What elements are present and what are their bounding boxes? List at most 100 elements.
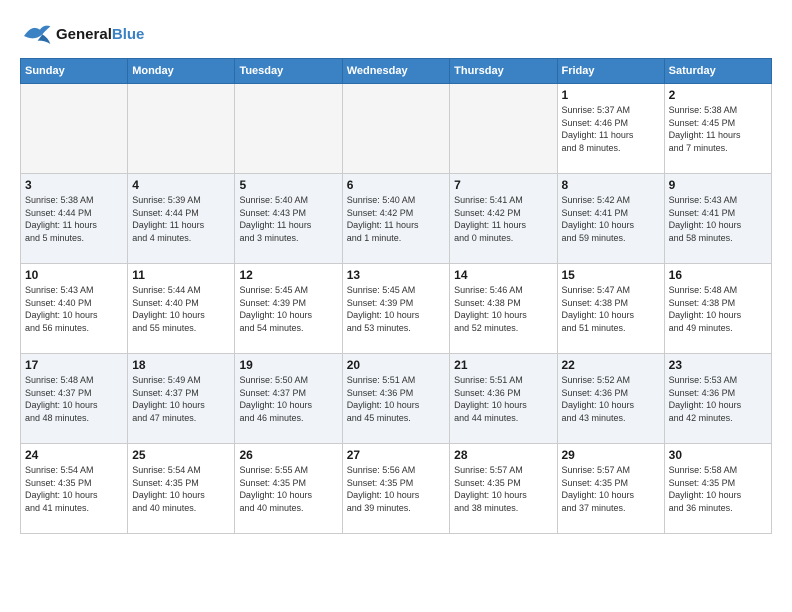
calendar-day-cell: 10 Sunrise: 5:43 AMSunset: 4:40 PMDayligh… bbox=[21, 264, 128, 354]
day-info: Sunrise: 5:37 AMSunset: 4:46 PMDaylight:… bbox=[562, 104, 660, 154]
calendar-day-cell bbox=[235, 84, 342, 174]
day-info: Sunrise: 5:58 AMSunset: 4:35 PMDaylight:… bbox=[669, 464, 767, 514]
day-info: Sunrise: 5:40 AMSunset: 4:42 PMDaylight:… bbox=[347, 194, 445, 244]
day-number: 2 bbox=[669, 88, 767, 102]
weekday-header: Friday bbox=[557, 59, 664, 84]
calendar-week-row: 3 Sunrise: 5:38 AMSunset: 4:44 PMDaylight… bbox=[21, 174, 772, 264]
day-number: 9 bbox=[669, 178, 767, 192]
calendar-day-cell: 18Sunrise: 5:49 AMSunset: 4:37 PMDayligh… bbox=[128, 354, 235, 444]
calendar-day-cell: 8 Sunrise: 5:42 AMSunset: 4:41 PMDaylight… bbox=[557, 174, 664, 264]
calendar-day-cell: 11 Sunrise: 5:44 AMSunset: 4:40 PMDayligh… bbox=[128, 264, 235, 354]
day-number: 1 bbox=[562, 88, 660, 102]
calendar-day-cell bbox=[450, 84, 557, 174]
weekday-header: Tuesday bbox=[235, 59, 342, 84]
calendar-day-cell: 29 Sunrise: 5:57 AMSunset: 4:35 PMDayligh… bbox=[557, 444, 664, 534]
day-number: 3 bbox=[25, 178, 123, 192]
day-number: 5 bbox=[239, 178, 337, 192]
calendar-day-cell: 14 Sunrise: 5:46 AMSunset: 4:38 PMDayligh… bbox=[450, 264, 557, 354]
calendar-day-cell: 9Sunrise: 5:43 AMSunset: 4:41 PMDaylight… bbox=[664, 174, 771, 264]
day-number: 4 bbox=[132, 178, 230, 192]
day-number: 11 bbox=[132, 268, 230, 282]
weekday-header: Thursday bbox=[450, 59, 557, 84]
calendar-day-cell: 23 Sunrise: 5:53 AMSunset: 4:36 PMDayligh… bbox=[664, 354, 771, 444]
day-info: Sunrise: 5:44 AMSunset: 4:40 PMDaylight:… bbox=[132, 284, 230, 334]
day-number: 24 bbox=[25, 448, 123, 462]
calendar-day-cell: 6 Sunrise: 5:40 AMSunset: 4:42 PMDaylight… bbox=[342, 174, 449, 264]
calendar-day-cell: 7 Sunrise: 5:41 AMSunset: 4:42 PMDaylight… bbox=[450, 174, 557, 264]
day-info: Sunrise: 5:48 AMSunset: 4:38 PMDaylight:… bbox=[669, 284, 767, 334]
calendar-week-row: 17 Sunrise: 5:48 AMSunset: 4:37 PMDayligh… bbox=[21, 354, 772, 444]
calendar-day-cell: 4 Sunrise: 5:39 AMSunset: 4:44 PMDaylight… bbox=[128, 174, 235, 264]
day-number: 6 bbox=[347, 178, 445, 192]
day-info: Sunrise: 5:42 AMSunset: 4:41 PMDaylight:… bbox=[562, 194, 660, 244]
day-number: 18 bbox=[132, 358, 230, 372]
calendar-table: SundayMondayTuesdayWednesdayThursdayFrid… bbox=[20, 58, 772, 534]
day-number: 21 bbox=[454, 358, 552, 372]
calendar-day-cell: 3 Sunrise: 5:38 AMSunset: 4:44 PMDaylight… bbox=[21, 174, 128, 264]
day-info: Sunrise: 5:45 AMSunset: 4:39 PMDaylight:… bbox=[347, 284, 445, 334]
logo: GeneralBlue bbox=[20, 20, 144, 48]
calendar-day-cell: 30Sunrise: 5:58 AMSunset: 4:35 PMDayligh… bbox=[664, 444, 771, 534]
day-info: Sunrise: 5:51 AMSunset: 4:36 PMDaylight:… bbox=[454, 374, 552, 424]
day-number: 10 bbox=[25, 268, 123, 282]
day-number: 15 bbox=[562, 268, 660, 282]
day-info: Sunrise: 5:38 AMSunset: 4:45 PMDaylight:… bbox=[669, 104, 767, 154]
calendar-week-row: 24 Sunrise: 5:54 AMSunset: 4:35 PMDayligh… bbox=[21, 444, 772, 534]
day-info: Sunrise: 5:41 AMSunset: 4:42 PMDaylight:… bbox=[454, 194, 552, 244]
day-info: Sunrise: 5:40 AMSunset: 4:43 PMDaylight:… bbox=[239, 194, 337, 244]
calendar-day-cell bbox=[21, 84, 128, 174]
day-info: Sunrise: 5:57 AMSunset: 4:35 PMDaylight:… bbox=[454, 464, 552, 514]
day-info: Sunrise: 5:54 AMSunset: 4:35 PMDaylight:… bbox=[132, 464, 230, 514]
calendar-day-cell: 25 Sunrise: 5:54 AMSunset: 4:35 PMDayligh… bbox=[128, 444, 235, 534]
day-info: Sunrise: 5:52 AMSunset: 4:36 PMDaylight:… bbox=[562, 374, 660, 424]
calendar-day-cell: 24 Sunrise: 5:54 AMSunset: 4:35 PMDayligh… bbox=[21, 444, 128, 534]
calendar-day-cell: 26 Sunrise: 5:55 AMSunset: 4:35 PMDayligh… bbox=[235, 444, 342, 534]
day-info: Sunrise: 5:57 AMSunset: 4:35 PMDaylight:… bbox=[562, 464, 660, 514]
calendar-day-cell: 28 Sunrise: 5:57 AMSunset: 4:35 PMDayligh… bbox=[450, 444, 557, 534]
day-info: Sunrise: 5:55 AMSunset: 4:35 PMDaylight:… bbox=[239, 464, 337, 514]
weekday-header-row: SundayMondayTuesdayWednesdayThursdayFrid… bbox=[21, 59, 772, 84]
day-number: 17 bbox=[25, 358, 123, 372]
day-info: Sunrise: 5:50 AMSunset: 4:37 PMDaylight:… bbox=[239, 374, 337, 424]
calendar-day-cell: 12Sunrise: 5:45 AMSunset: 4:39 PMDayligh… bbox=[235, 264, 342, 354]
day-number: 14 bbox=[454, 268, 552, 282]
calendar-day-cell: 20 Sunrise: 5:51 AMSunset: 4:36 PMDayligh… bbox=[342, 354, 449, 444]
day-number: 20 bbox=[347, 358, 445, 372]
calendar-day-cell: 19Sunrise: 5:50 AMSunset: 4:37 PMDayligh… bbox=[235, 354, 342, 444]
logo-text: GeneralBlue bbox=[56, 26, 144, 43]
calendar-day-cell: 5 Sunrise: 5:40 AMSunset: 4:43 PMDaylight… bbox=[235, 174, 342, 264]
day-info: Sunrise: 5:51 AMSunset: 4:36 PMDaylight:… bbox=[347, 374, 445, 424]
day-info: Sunrise: 5:53 AMSunset: 4:36 PMDaylight:… bbox=[669, 374, 767, 424]
day-info: Sunrise: 5:46 AMSunset: 4:38 PMDaylight:… bbox=[454, 284, 552, 334]
calendar-day-cell: 17 Sunrise: 5:48 AMSunset: 4:37 PMDayligh… bbox=[21, 354, 128, 444]
day-info: Sunrise: 5:38 AMSunset: 4:44 PMDaylight:… bbox=[25, 194, 123, 244]
calendar-day-cell: 2 Sunrise: 5:38 AMSunset: 4:45 PMDaylight… bbox=[664, 84, 771, 174]
weekday-header: Saturday bbox=[664, 59, 771, 84]
day-number: 28 bbox=[454, 448, 552, 462]
day-number: 26 bbox=[239, 448, 337, 462]
day-info: Sunrise: 5:43 AMSunset: 4:40 PMDaylight:… bbox=[25, 284, 123, 334]
day-info: Sunrise: 5:39 AMSunset: 4:44 PMDaylight:… bbox=[132, 194, 230, 244]
day-number: 7 bbox=[454, 178, 552, 192]
day-info: Sunrise: 5:48 AMSunset: 4:37 PMDaylight:… bbox=[25, 374, 123, 424]
day-number: 13 bbox=[347, 268, 445, 282]
calendar-day-cell: 27Sunrise: 5:56 AMSunset: 4:35 PMDayligh… bbox=[342, 444, 449, 534]
calendar-day-cell: 21 Sunrise: 5:51 AMSunset: 4:36 PMDayligh… bbox=[450, 354, 557, 444]
day-number: 23 bbox=[669, 358, 767, 372]
calendar-day-cell bbox=[128, 84, 235, 174]
day-number: 8 bbox=[562, 178, 660, 192]
logo-bird-icon bbox=[20, 20, 52, 48]
calendar-week-row: 1 Sunrise: 5:37 AMSunset: 4:46 PMDaylight… bbox=[21, 84, 772, 174]
day-info: Sunrise: 5:47 AMSunset: 4:38 PMDaylight:… bbox=[562, 284, 660, 334]
page-header: GeneralBlue bbox=[20, 20, 772, 48]
day-info: Sunrise: 5:54 AMSunset: 4:35 PMDaylight:… bbox=[25, 464, 123, 514]
calendar-day-cell bbox=[342, 84, 449, 174]
weekday-header: Wednesday bbox=[342, 59, 449, 84]
day-number: 16 bbox=[669, 268, 767, 282]
day-number: 27 bbox=[347, 448, 445, 462]
day-number: 25 bbox=[132, 448, 230, 462]
day-number: 22 bbox=[562, 358, 660, 372]
calendar-day-cell: 13 Sunrise: 5:45 AMSunset: 4:39 PMDayligh… bbox=[342, 264, 449, 354]
day-info: Sunrise: 5:45 AMSunset: 4:39 PMDaylight:… bbox=[239, 284, 337, 334]
day-number: 29 bbox=[562, 448, 660, 462]
